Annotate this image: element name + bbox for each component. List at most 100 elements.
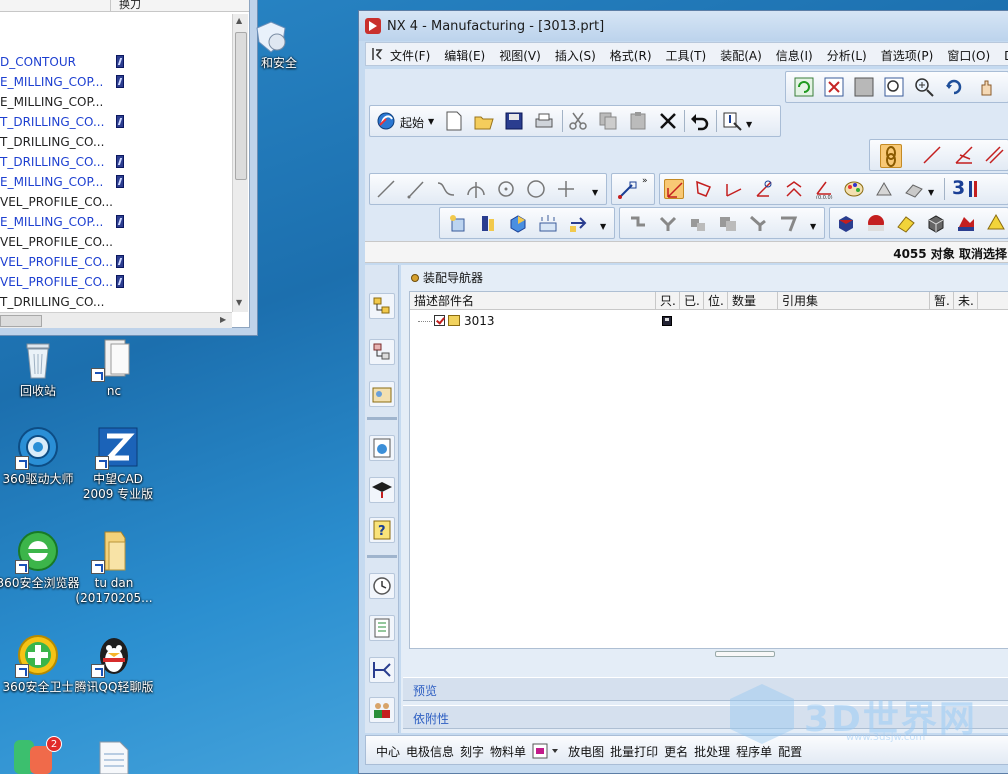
menu-item[interactable]: 信息(I) (776, 47, 813, 64)
zoom-in-icon[interactable] (914, 77, 934, 97)
component-checkbox[interactable] (434, 315, 445, 326)
desktop-icon-tu-dan[interactable]: tu dan (20170205... (72, 528, 156, 606)
desktop-icon-zwcad[interactable]: 中望CAD 2009 专业版 (76, 424, 160, 502)
pin-icon[interactable] (411, 274, 419, 282)
menu-item[interactable]: 文件(F) (390, 47, 430, 64)
start-label[interactable]: 起始 (400, 114, 424, 131)
point-circle-icon[interactable] (496, 179, 516, 199)
text-button-3[interactable]: 3 (952, 177, 965, 199)
sketch-dimension-icon[interactable] (784, 179, 804, 199)
arc-icon[interactable] (466, 179, 486, 199)
desktop-icon-recycle-bin[interactable]: 回收站 (0, 336, 80, 399)
bottom-toolbar-button[interactable]: 物料单 (490, 743, 526, 762)
line-icon[interactable] (376, 179, 396, 199)
feature-2-icon[interactable] (658, 213, 678, 233)
part-navigator-tab-icon[interactable] (369, 339, 395, 365)
operation-name[interactable]: E_MILLING_COP... (0, 95, 103, 109)
datum-axis-icon[interactable] (618, 179, 638, 199)
basic-line-icon[interactable] (406, 179, 426, 199)
rotate-icon[interactable] (944, 77, 964, 97)
start-app-icon[interactable] (376, 111, 396, 131)
operation-name[interactable]: E_MILLING_COP... (0, 215, 103, 229)
list-item[interactable]: D_CONTOUR (0, 52, 232, 72)
fit-view-icon[interactable] (824, 77, 844, 97)
new-file-icon[interactable] (444, 111, 464, 131)
column-header-position[interactable]: 位. (704, 292, 728, 310)
sketch-axis-icon[interactable] (664, 179, 684, 199)
menu-item[interactable]: 首选项(P) (881, 47, 934, 64)
menu-item[interactable]: 窗口(O) (947, 47, 990, 64)
sketch-constraint-icon[interactable] (754, 179, 774, 199)
add-component-icon[interactable] (448, 213, 468, 233)
operation-name[interactable]: VEL_PROFILE_CO... (0, 255, 113, 269)
print-icon[interactable] (534, 111, 554, 131)
operation-name[interactable]: E_MILLING_COP... (0, 75, 103, 89)
desktop-icon-360-browser[interactable]: 360安全浏览器 (0, 528, 80, 591)
list-item[interactable]: VEL_PROFILE_CO... (0, 252, 232, 272)
feature-1-icon[interactable] (628, 213, 648, 233)
info-dropdown-chevron-down-icon[interactable]: ▼ (746, 120, 752, 129)
bar-red-icon[interactable] (966, 179, 986, 199)
menu-item[interactable]: 编辑(E) (444, 47, 485, 64)
list-item[interactable]: VEL_PROFILE_CO... (0, 232, 232, 252)
history-clock-tab-icon[interactable] (369, 573, 395, 599)
copy-icon[interactable] (598, 111, 618, 131)
dependency-label[interactable]: 依附性 (413, 710, 449, 727)
menu-item[interactable]: 格式(R) (610, 47, 652, 64)
column-header-suppressed[interactable]: 暂. (930, 292, 954, 310)
spline-icon[interactable] (436, 179, 456, 199)
operation-name[interactable]: D_CONTOUR (0, 55, 76, 69)
column-header-quantity[interactable]: 数量 (728, 292, 778, 310)
start-dropdown-chevron-down-icon[interactable]: ▼ (428, 117, 434, 126)
operation-name[interactable]: T_DRILLING_CO... (0, 135, 104, 149)
scroll-down-arrow-icon[interactable]: ▼ (236, 298, 242, 307)
delete-x-icon[interactable] (658, 111, 678, 131)
scroll-right-arrow-icon[interactable]: ▶ (220, 315, 226, 324)
column-header-part-name[interactable]: 描述部件名 (410, 292, 656, 310)
menu-item[interactable]: 分析(L) (827, 47, 867, 64)
curve-dropdown-chevron-down-icon[interactable]: ▼ (592, 188, 598, 197)
column-header-unloaded[interactable]: 未. (954, 292, 978, 310)
menu-item[interactable]: 装配(A) (720, 47, 762, 64)
desktop-icon-document-partial[interactable] (98, 740, 130, 774)
red-blue-shape-icon[interactable] (956, 213, 976, 233)
line-tool-icon[interactable] (922, 145, 942, 165)
machine-tool-tab-icon[interactable] (369, 657, 395, 683)
list-item[interactable]: T_DRILLING_CO... (0, 112, 232, 132)
more-chevron-icon[interactable]: » (642, 176, 648, 186)
feature-5-icon[interactable] (748, 213, 768, 233)
component-box-icon[interactable] (508, 213, 528, 233)
red-sphere-icon[interactable] (866, 213, 886, 233)
list-item[interactable]: T_DRILLING_CO... (0, 152, 232, 172)
operation-list-tab-icon[interactable] (369, 615, 395, 641)
menu-item[interactable]: 插入(S) (555, 47, 596, 64)
lock-chain-icon[interactable] (880, 144, 902, 168)
bottom-toolbar-button[interactable]: 放电图 (568, 743, 604, 762)
angle-line-icon[interactable] (954, 145, 974, 165)
yellow-block-icon[interactable] (896, 213, 916, 233)
open-folder-icon[interactable] (474, 111, 494, 131)
list-item[interactable]: E_MILLING_COP... (0, 92, 232, 112)
sketch-corner-icon[interactable] (724, 179, 744, 199)
sketch-origin-icon[interactable]: (0,0,0) (814, 179, 834, 201)
operation-name[interactable]: T_DRILLING_CO... (0, 295, 104, 309)
tree-row[interactable]: 3013 (410, 312, 1008, 330)
operation-name[interactable]: VEL_PROFILE_CO... (0, 275, 113, 289)
mate-component-icon[interactable] (478, 213, 498, 233)
bottom-toolbar-button[interactable]: 电极信息 (406, 743, 454, 762)
list-item[interactable]: E_MILLING_COP... (0, 172, 232, 192)
help-question-tab-icon[interactable]: ? (369, 517, 395, 543)
reposition-component-icon[interactable] (568, 213, 588, 233)
bottom-toolbar-button[interactable]: 批量打印 (610, 743, 658, 762)
operation-name[interactable]: VEL_PROFILE_CO... (0, 235, 113, 249)
column-header-tool-change[interactable]: 换刀 (110, 0, 141, 12)
hide-icon[interactable] (904, 179, 924, 199)
feature-3-icon[interactable] (688, 213, 708, 233)
cut-scissors-icon[interactable] (568, 111, 588, 131)
bottom-toolbar-button[interactable]: 中心 (376, 743, 400, 762)
exploded-view-icon[interactable] (538, 213, 558, 233)
sketch-polygon-icon[interactable] (694, 179, 714, 199)
menu-item[interactable]: D 帮 (1004, 47, 1008, 64)
panel-splitter-handle[interactable] (715, 651, 775, 657)
parallel-lines-icon[interactable] (984, 145, 1004, 165)
